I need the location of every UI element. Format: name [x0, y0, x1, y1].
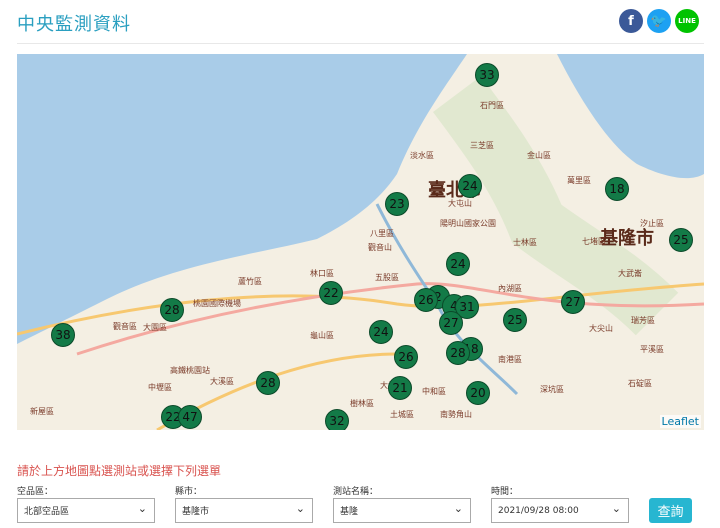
place-label: 三芝區 [470, 141, 494, 150]
station-marker[interactable]: 47 [178, 405, 202, 429]
station-marker[interactable]: 25 [669, 228, 693, 252]
facebook-icon[interactable]: f [619, 9, 643, 33]
station-marker[interactable]: 24 [369, 320, 393, 344]
place-label: 大溪區 [210, 377, 234, 386]
time-select[interactable]: 2021/09/28 08:00 [491, 498, 629, 523]
place-label: 高鐵桃園站 [170, 366, 210, 375]
station-marker[interactable]: 18 [605, 177, 629, 201]
place-label: 淡水區 [410, 151, 434, 160]
leaflet-attribution[interactable]: Leaflet [659, 415, 701, 428]
place-label: 汐止區 [640, 219, 664, 228]
air-region-label: 空品區： [17, 487, 54, 497]
place-label: 五股區 [375, 273, 399, 282]
place-label: 石門區 [480, 101, 504, 110]
station-marker[interactable]: 26 [394, 345, 418, 369]
county-label: 縣市： [175, 487, 203, 497]
place-label: 觀音山 [368, 243, 392, 252]
station-marker[interactable]: 25 [503, 308, 527, 332]
place-label: 林口區 [310, 269, 334, 278]
place-label: 中壢區 [148, 383, 172, 392]
station-marker[interactable]: 24 [446, 252, 470, 276]
place-label: 平溪區 [640, 345, 664, 354]
station-marker[interactable]: 20 [466, 381, 490, 405]
air-region-select[interactable]: 北部空品區 [17, 498, 155, 523]
place-label: 土城區 [390, 410, 414, 419]
instruction-text: 請於上方地圖點選測站或選擇下列選單 [17, 464, 222, 478]
station-map[interactable]: 臺北市 基隆市 石門區 三芝區 淡水區 金山區 萬里區 大屯山 陽明山國家公園 八里區 觀音山 士林區… [17, 54, 704, 430]
place-label: 蘆竹區 [238, 277, 262, 286]
station-marker[interactable]: 28 [256, 371, 280, 395]
place-label: 觀音區 [113, 322, 137, 331]
place-label: 大武崙 [618, 269, 642, 278]
place-label: 內湖區 [498, 284, 522, 293]
place-label: 金山區 [527, 151, 551, 160]
place-label: 士林區 [513, 238, 537, 247]
station-marker[interactable]: 21 [388, 376, 412, 400]
place-label: 陽明山國家公園 [440, 219, 496, 228]
station-marker[interactable]: 32 [325, 409, 349, 430]
place-label: 南勢角山 [440, 410, 472, 419]
station-label: 測站名稱： [333, 487, 379, 497]
station-select[interactable]: 基隆 [333, 498, 471, 523]
station-marker[interactable]: 28 [446, 341, 470, 365]
place-label: 大屯山 [448, 199, 472, 208]
twitter-icon[interactable]: 🐦 [647, 9, 671, 33]
station-marker[interactable]: 24 [458, 174, 482, 198]
divider [17, 43, 704, 44]
place-label: 樹林區 [350, 399, 374, 408]
page-title: 中央監測資料 [17, 14, 131, 35]
station-marker[interactable]: 38 [51, 323, 75, 347]
place-label: 萬里區 [567, 176, 591, 185]
place-label: 八里區 [370, 229, 394, 238]
place-label: 七堵區 [582, 237, 606, 246]
time-label: 時間： [491, 487, 519, 497]
line-icon[interactable]: LINE [675, 9, 699, 33]
place-label: 龜山區 [310, 331, 334, 340]
place-label: 大尖山 [589, 324, 613, 333]
station-marker[interactable]: 23 [385, 192, 409, 216]
station-marker[interactable]: 22 [319, 281, 343, 305]
county-select[interactable]: 基隆市 [175, 498, 313, 523]
place-label: 新屋區 [30, 407, 54, 416]
place-label: 南港區 [498, 355, 522, 364]
place-label: 桃園國際機場 [193, 299, 241, 308]
place-label: 深坑區 [540, 385, 564, 394]
station-marker[interactable]: 28 [160, 298, 184, 322]
place-label: 中和區 [422, 387, 446, 396]
place-label: 大園區 [143, 323, 167, 332]
station-marker[interactable]: 27 [561, 290, 585, 314]
station-marker[interactable]: 33 [475, 63, 499, 87]
query-button[interactable]: 查詢 [649, 498, 692, 523]
station-marker[interactable]: 27 [439, 311, 463, 335]
station-marker[interactable]: 26 [414, 288, 438, 312]
place-label: 石碇區 [628, 379, 652, 388]
place-label: 瑞芳區 [631, 316, 655, 325]
